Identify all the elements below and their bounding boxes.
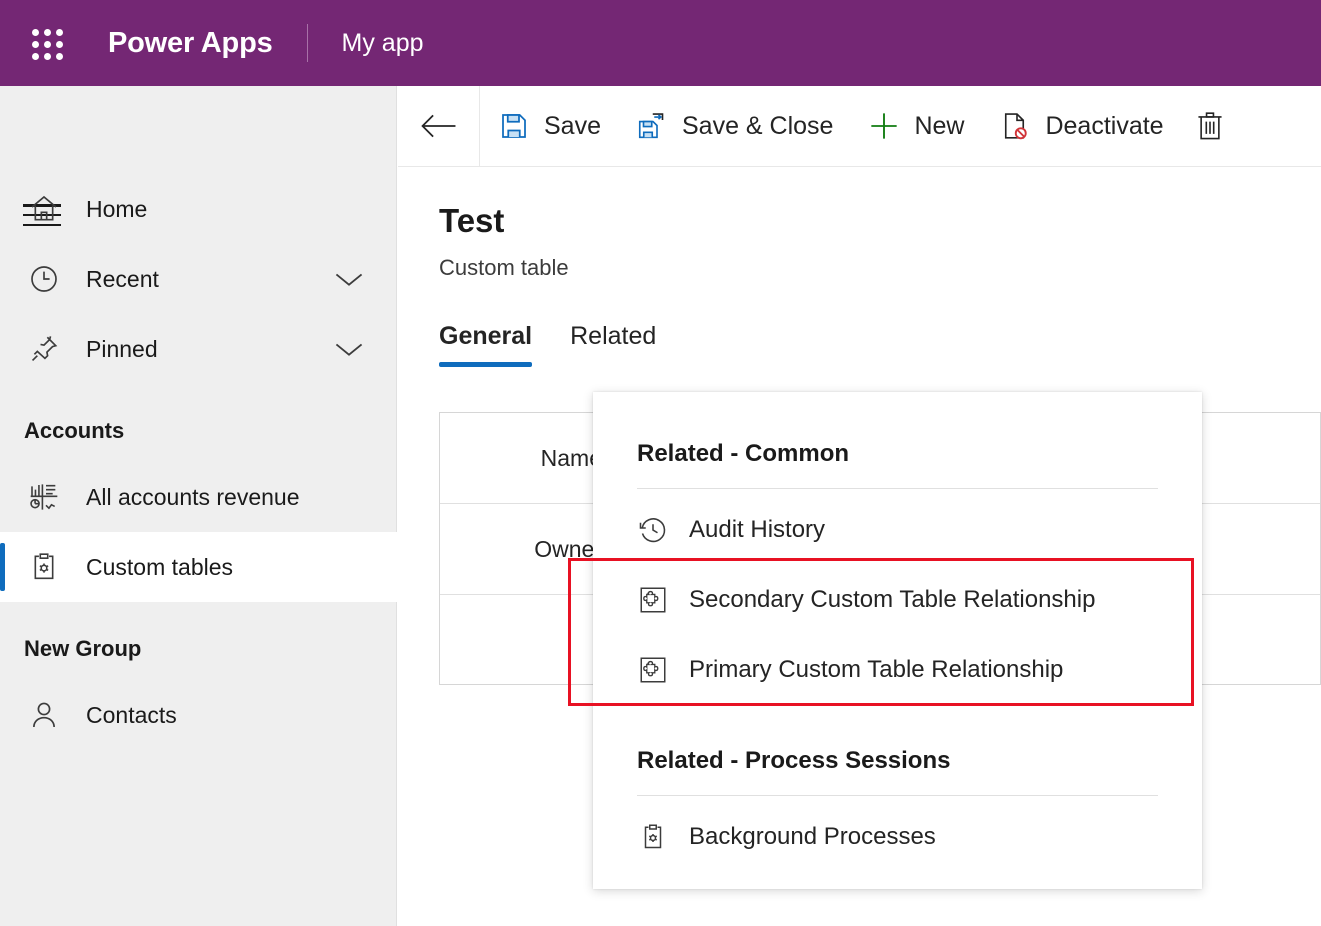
command-label: New <box>914 111 965 140</box>
sidebar-item-label: Home <box>86 195 148 222</box>
clock-icon <box>24 259 64 299</box>
trash-icon <box>1193 109 1227 143</box>
app-name-label[interactable]: My app <box>342 29 424 58</box>
command-label: Save <box>544 111 601 140</box>
section-divider <box>637 488 1158 489</box>
puzzle-piece-icon <box>637 584 669 616</box>
pin-icon <box>24 329 64 369</box>
related-item-secondary-custom-table-relationship[interactable]: Secondary Custom Table Relationship <box>637 565 1158 635</box>
tab-list: General Related <box>439 322 656 367</box>
save-floppy-icon <box>497 109 531 143</box>
puzzle-piece-icon <box>637 654 669 686</box>
sidebar-item-home[interactable]: Home <box>0 174 397 244</box>
page-subtitle: Custom table <box>439 255 569 280</box>
person-icon <box>24 695 64 735</box>
tab-general[interactable]: General <box>439 322 533 367</box>
dashboard-chart-icon <box>24 477 64 517</box>
command-label: Deactivate <box>1045 111 1164 140</box>
sidebar-item-recent[interactable]: Recent <box>0 244 397 314</box>
deactivate-button[interactable]: Deactivate <box>981 86 1180 167</box>
clipboard-gear-icon <box>637 821 669 853</box>
chevron-down-icon[interactable] <box>333 269 365 289</box>
sidebar-item-custom-tables[interactable]: Custom tables <box>0 532 397 602</box>
new-button[interactable]: New <box>850 86 981 167</box>
section-divider <box>637 795 1158 796</box>
sidebar-item-pinned[interactable]: Pinned <box>0 314 397 384</box>
delete-button[interactable] <box>1181 86 1239 167</box>
brand-title[interactable]: Power Apps <box>108 27 273 60</box>
clipboard-gear-icon <box>24 547 64 587</box>
sidebar-item-label: Pinned <box>86 335 158 362</box>
deactivate-icon <box>998 109 1032 143</box>
save-and-close-button[interactable]: Save & Close <box>618 86 850 167</box>
related-item-primary-custom-table-relationship[interactable]: Primary Custom Table Relationship <box>637 635 1158 705</box>
sidebar-item-label: Recent <box>86 265 159 292</box>
section-title: Related - Process Sessions <box>637 747 951 774</box>
command-label: Save & Close <box>681 111 834 140</box>
related-process-sessions-section: Related - Process Sessions Background Pr… <box>593 729 1202 872</box>
command-bar: Save Save & Close New Deactivate <box>398 85 1321 167</box>
sidebar: Home Recent Pinned Accounts All accounts… <box>0 86 397 926</box>
save-button[interactable]: Save <box>480 86 618 167</box>
top-header-bar: Power Apps My app <box>0 0 1321 86</box>
plus-icon <box>867 109 901 143</box>
related-item-label: Audit History <box>689 516 826 543</box>
save-and-close-icon <box>635 109 669 143</box>
sidebar-nav-list: Home Recent Pinned Accounts All accounts… <box>0 174 397 750</box>
sidebar-item-contacts[interactable]: Contacts <box>0 680 397 750</box>
history-icon <box>637 514 669 546</box>
related-item-label: Background Processes <box>689 823 936 850</box>
back-arrow-icon[interactable] <box>398 85 480 167</box>
related-item-label: Primary Custom Table Relationship <box>689 656 1064 683</box>
related-flyout-panel: Related - Common Audit History Secondary… <box>593 392 1202 889</box>
home-icon <box>24 189 64 229</box>
waffle-grid-icon[interactable] <box>26 23 66 63</box>
related-item-background-processes[interactable]: Background Processes <box>637 802 1158 872</box>
sidebar-item-all-accounts-revenue[interactable]: All accounts revenue <box>0 462 397 532</box>
sidebar-group-header-new-group: New Group <box>24 636 142 661</box>
chevron-down-icon[interactable] <box>333 339 365 359</box>
page-title: Test <box>439 202 505 239</box>
sidebar-item-label: All accounts revenue <box>86 483 300 510</box>
sidebar-item-label: Custom tables <box>86 553 234 580</box>
related-common-section: Related - Common Audit History Secondary… <box>593 392 1202 705</box>
related-item-audit-history[interactable]: Audit History <box>637 495 1158 565</box>
related-item-label: Secondary Custom Table Relationship <box>689 586 1096 613</box>
sidebar-item-label: Contacts <box>86 701 177 728</box>
section-title: Related - Common <box>637 440 850 467</box>
sidebar-group-header-accounts: Accounts <box>24 418 125 443</box>
tab-related[interactable]: Related <box>570 322 656 367</box>
header-divider <box>306 24 308 62</box>
